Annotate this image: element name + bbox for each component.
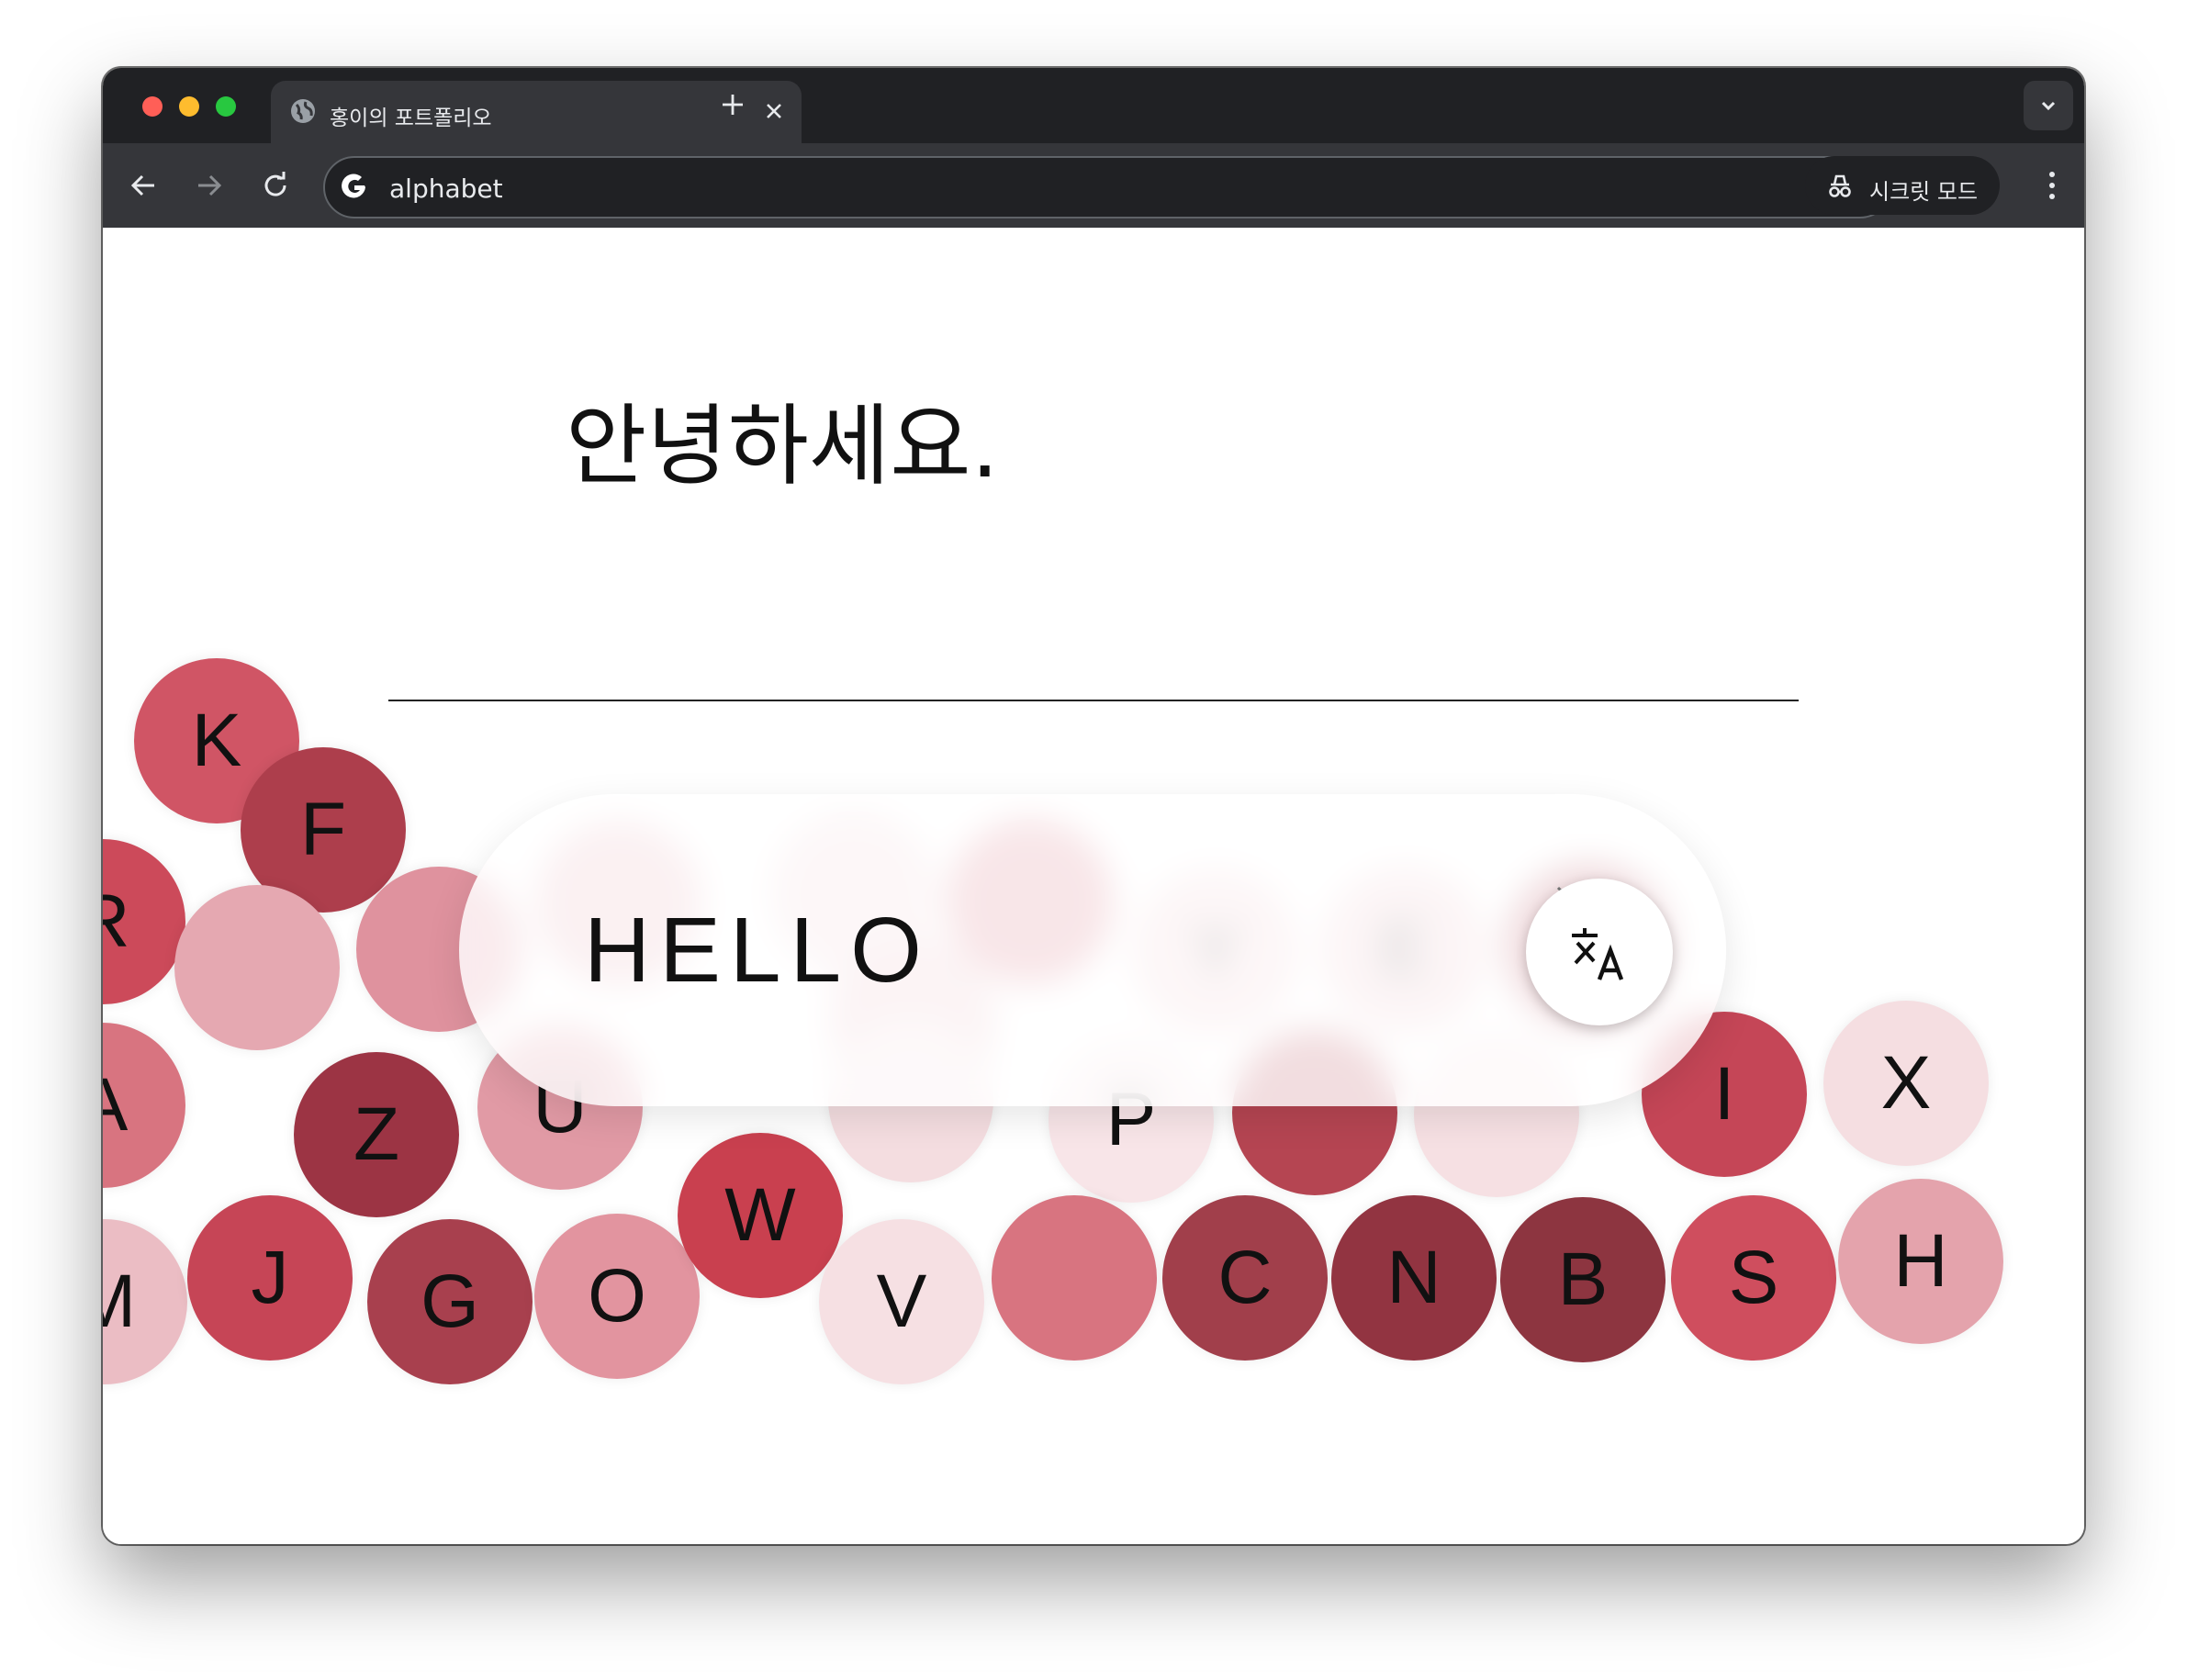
browser-toolbar: alphabet 시크릿 모드 xyxy=(103,143,2084,228)
incognito-indicator[interactable]: 시크릿 모드 xyxy=(1805,156,2000,215)
incognito-label: 시크릿 모드 xyxy=(1869,179,1979,205)
letter-bubble-o[interactable]: O xyxy=(534,1214,700,1379)
letter-bubble-s[interactable]: S xyxy=(1671,1195,1836,1361)
translate-button[interactable] xyxy=(1526,879,1673,1025)
incognito-icon xyxy=(1829,174,1851,197)
text-input[interactable] xyxy=(582,897,1412,1004)
address-bar[interactable]: alphabet xyxy=(323,156,1891,218)
letter-bubble-a[interactable]: A xyxy=(103,1023,185,1188)
translate-input-box xyxy=(459,794,1726,1106)
close-icon[interactable] xyxy=(763,100,785,122)
chevron-down-icon xyxy=(2041,101,2056,111)
empty-bubble[interactable] xyxy=(992,1195,1157,1361)
letter-bubble-m[interactable]: M xyxy=(103,1219,187,1384)
translate-icon xyxy=(1572,928,1624,980)
maximize-window-button[interactable] xyxy=(216,96,236,117)
letter-bubble-c[interactable]: C xyxy=(1162,1195,1328,1361)
address-text[interactable]: alphabet xyxy=(389,174,503,204)
globe-icon xyxy=(291,99,315,123)
close-window-button[interactable] xyxy=(142,96,163,117)
letter-bubble-b[interactable]: B xyxy=(1500,1197,1665,1362)
google-g-icon xyxy=(342,174,365,198)
letter-bubble-w[interactable]: W xyxy=(678,1133,843,1298)
back-arrow-icon[interactable] xyxy=(127,169,160,202)
forward-arrow-icon[interactable] xyxy=(193,169,226,202)
letter-bubble-j[interactable]: J xyxy=(187,1195,353,1361)
browser-window: 홍이의 포트폴리오 alphabet 시크릿 모드 안녕하세요. K F Z U… xyxy=(103,68,2084,1544)
minimize-window-button[interactable] xyxy=(179,96,199,117)
letter-bubble-r[interactable]: R xyxy=(103,839,185,1004)
letter-bubble-z[interactable]: Z xyxy=(294,1052,459,1217)
letter-bubble-x[interactable]: X xyxy=(1823,1001,1989,1166)
tab-search-button[interactable] xyxy=(2024,81,2073,130)
page-content: 안녕하세요. KFRYETAZUPIXMJGOWVCNBSH xyxy=(103,228,2084,1544)
letter-bubble-v[interactable]: V xyxy=(819,1219,984,1384)
empty-bubble[interactable] xyxy=(174,885,340,1050)
letter-bubble-n[interactable]: N xyxy=(1331,1195,1497,1361)
letter-bubble-g[interactable]: G xyxy=(367,1219,533,1384)
more-menu-icon[interactable] xyxy=(2047,169,2057,202)
letter-bubble-h[interactable]: H xyxy=(1838,1179,2003,1344)
tab-title: 홍이의 포트폴리오 xyxy=(330,106,492,130)
title-bar: 홍이의 포트폴리오 xyxy=(103,68,2084,143)
new-tab-icon[interactable] xyxy=(719,91,746,118)
reload-icon[interactable] xyxy=(259,169,292,202)
